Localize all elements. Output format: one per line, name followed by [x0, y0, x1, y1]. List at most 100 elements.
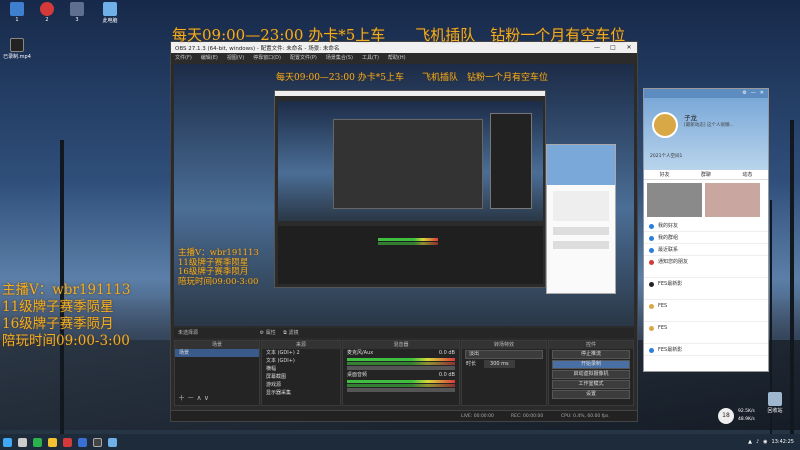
desktop-icon-2[interactable]: 2	[30, 2, 64, 23]
remove-icon[interactable]: －	[187, 394, 194, 402]
wechat-icon[interactable]	[33, 437, 42, 447]
banner-text: 每天09:00—23:00 办卡*5上车 飞机插队 钻粉一个月有空车位	[172, 26, 626, 44]
tab-friends[interactable]: 好友	[660, 170, 670, 179]
network-icon[interactable]: ◉	[763, 439, 767, 445]
minimize-button[interactable]: —	[589, 44, 605, 51]
chat-item[interactable]: FES	[644, 322, 768, 344]
transition-select[interactable]: 淡出	[465, 350, 543, 359]
source-item[interactable]: 屏幕截图	[262, 373, 340, 381]
chat-item[interactable]: FES最新影	[644, 278, 768, 300]
avatar[interactable]	[652, 112, 678, 138]
list-item[interactable]: 最近联系	[644, 244, 768, 256]
nested-banner: 每天09:00—23:00 办卡*5上车 飞机插队 钻粉一个月有空车位	[276, 73, 548, 83]
list-item-label: 最近联系	[658, 247, 679, 253]
chat-item[interactable]: FES	[644, 300, 768, 322]
menu-tools[interactable]: 工具(T)	[362, 54, 379, 61]
photo-thumbnail[interactable]	[705, 183, 760, 217]
start-icon[interactable]	[3, 437, 12, 447]
studio-mode-button[interactable]: 工作室模式	[552, 380, 630, 389]
qq-photo-row	[644, 180, 768, 220]
close-button[interactable]: ✕	[621, 44, 637, 51]
duration-input[interactable]: 300 ms	[484, 360, 515, 368]
menu-help[interactable]: 帮助(H)	[388, 54, 406, 61]
qq-titlebar: ⚙ — ✕	[644, 89, 768, 98]
controls-dock: 控件 停止推流 开始录制 启动虚拟摄像机 工作室模式 设置	[548, 340, 634, 406]
chat-name: FES	[658, 325, 668, 331]
system-tray: ▲ ♪ ◉ 13:42:25	[748, 439, 800, 445]
move-up-icon[interactable]: ∧	[196, 394, 201, 402]
volume-slider[interactable]	[347, 388, 455, 392]
tab-feed[interactable]: 动态	[742, 170, 752, 179]
move-down-icon[interactable]: ∨	[204, 394, 209, 402]
desktop-icon-3[interactable]: 3	[60, 2, 94, 23]
mixer-dock: 混音器 麦克风/Aux 0.0 dB 桌面音频 0.0 dB	[342, 340, 460, 406]
scenes-dock: 场景 场景 ＋ － ∧ ∨	[174, 340, 260, 406]
nested-meter	[378, 242, 438, 245]
clock[interactable]: 13:42:25	[772, 439, 794, 445]
network-widget[interactable]: 18	[718, 408, 734, 424]
chat-item[interactable]: FES最新影	[644, 344, 768, 356]
menu-profile[interactable]: 配置文件(P)	[290, 54, 317, 61]
obs-preview[interactable]: 每天09:00—23:00 办卡*5上车 飞机插队 钻粉一个月有空车位 主播V：…	[174, 64, 634, 326]
source-item[interactable]: 文本 (GDI+) 2	[262, 349, 340, 357]
volume-icon[interactable]: ♪	[756, 439, 759, 445]
obs-icon[interactable]	[93, 437, 102, 447]
audio-meter	[347, 358, 455, 361]
tray-icon[interactable]: ▲	[748, 439, 752, 445]
source-item[interactable]: 游戏源	[262, 381, 340, 389]
controls-title: 控件	[549, 341, 633, 349]
properties-button[interactable]: 属性	[266, 330, 276, 336]
menu-docks[interactable]: 停靠窗口(D)	[253, 54, 281, 61]
start-recording-button[interactable]: 开始录制	[552, 360, 630, 369]
transitions-title: 转场特效	[462, 341, 546, 349]
app-icon[interactable]	[78, 437, 87, 447]
menu-scene-collection[interactable]: 场景集合(S)	[326, 54, 353, 61]
desktop-icon-label: 回收站	[767, 408, 783, 414]
add-icon[interactable]: ＋	[178, 394, 185, 402]
desktop: 1 2 3 此电脑 已录制.mp4 回收站 OBS 27.1.3 (64-bit…	[0, 0, 800, 450]
source-item[interactable]: 文本 (GDI+)	[262, 357, 340, 365]
profile-signature: [最新动态] 这个人很懒...	[684, 123, 734, 128]
gear-icon[interactable]: ⚙	[742, 89, 746, 98]
list-item[interactable]: 我的群组	[644, 232, 768, 244]
desktop-icon-label: 此电脑	[102, 18, 118, 24]
close-icon[interactable]: ✕	[760, 89, 764, 98]
captured-qq-window	[546, 144, 616, 294]
maximize-button[interactable]: □	[605, 44, 621, 51]
search-icon[interactable]	[18, 437, 27, 447]
profile-name: 子龙	[684, 114, 697, 122]
list-item-label: 我的群组	[658, 235, 679, 241]
photo-thumbnail[interactable]	[647, 183, 702, 217]
scene-item[interactable]: 场景	[175, 349, 259, 357]
captured-qq-row	[553, 241, 609, 249]
menu-file[interactable]: 文件(F)	[175, 54, 192, 61]
menu-view[interactable]: 视图(V)	[227, 54, 244, 61]
menu-edit[interactable]: 编辑(E)	[201, 54, 218, 61]
app-icon[interactable]	[63, 437, 72, 447]
desktop-icon-computer[interactable]: 此电脑	[93, 2, 127, 24]
tab-groups[interactable]: 群聊	[701, 170, 711, 179]
list-item[interactable]: 我的好友	[644, 220, 768, 232]
source-item[interactable]: 显示器采集	[262, 389, 340, 397]
desktop-icon-video[interactable]: 已录制.mp4	[0, 38, 34, 60]
desktop-icon-1[interactable]: 1	[0, 2, 34, 23]
settings-button[interactable]: 设置	[552, 390, 630, 399]
nested-streamer-line: 陪玩时间09:00-3:00	[178, 276, 259, 287]
desktop-icon-recycle[interactable]: 回收站	[758, 392, 792, 414]
stop-streaming-button[interactable]: 停止推流	[552, 350, 630, 359]
audio-meter	[347, 380, 455, 383]
folder-icon[interactable]	[48, 437, 57, 447]
chat-item[interactable]: 通知您的朋友	[644, 256, 768, 278]
obs-menubar: 文件(F) 编辑(E) 视图(V) 停靠窗口(D) 配置文件(P) 场景集合(S…	[171, 53, 637, 62]
sources-title: 来源	[262, 341, 340, 349]
qq-icon[interactable]	[108, 437, 117, 447]
list-item-label: 我的好友	[658, 223, 679, 229]
virtual-camera-button[interactable]: 启动虚拟摄像机	[552, 370, 630, 379]
app-icon	[40, 2, 54, 16]
volume-slider[interactable]	[347, 366, 455, 370]
source-item[interactable]: 横幅	[262, 365, 340, 373]
qq-profile-header: 子龙 [最新动态] 这个人很懒... 2021个人空间1	[644, 98, 768, 170]
minimize-icon[interactable]: —	[751, 89, 756, 98]
nested-streamer-info: 主播V：wbr191113 11级牌子赛季陨星 16级牌子赛季陨月 陪玩时间09…	[178, 248, 259, 287]
filters-button[interactable]: 滤镜	[288, 330, 298, 336]
